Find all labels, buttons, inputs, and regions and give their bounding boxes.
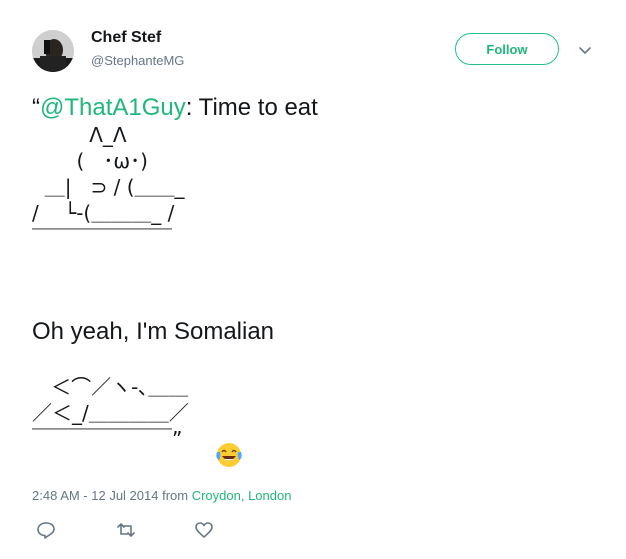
open-quote: “ [32, 94, 40, 121]
location-link[interactable]: Croydon, London [192, 488, 292, 503]
author-name[interactable]: Chef Stef [91, 29, 161, 47]
tweet-text-body: : Time to eat [185, 94, 318, 121]
tears-of-joy-emoji-icon [216, 443, 242, 467]
reply-icon[interactable] [36, 520, 56, 540]
ascii-art-cat: Λ_Λ ( ･ω･) ＿| ⊃ / (＿＿_ / └-(＿＿＿_ / ￣￣￣￣￣… [32, 123, 185, 251]
retweet-icon[interactable] [116, 520, 136, 540]
author-handle[interactable]: @StephanteMG [91, 53, 184, 68]
follow-button[interactable]: Follow [455, 33, 559, 65]
tweet-meta: 2:48 AM - 12 Jul 2014 from Croydon, Lond… [32, 488, 291, 503]
timestamp[interactable]: 2:48 AM - 12 Jul 2014 from [32, 488, 192, 503]
avatar-image [32, 30, 74, 72]
chevron-down-icon[interactable] [577, 42, 593, 58]
tweet-line-somalian: Oh yeah, I'm Somalian [32, 318, 275, 345]
mention-link[interactable]: @ThatA1Guy [40, 94, 186, 121]
avatar[interactable] [32, 30, 74, 72]
ascii-art-boat-block: ＜⌒／ヽ-､＿＿ ／＜_/＿＿＿＿／ ￣￣￣￣￣￣￣” [32, 374, 189, 452]
tweet-text: “@ThatA1Guy: Time to eat [32, 92, 318, 124]
heart-icon[interactable] [194, 520, 214, 540]
ascii-art-boat: ＜⌒／ヽ-､＿＿ ／＜_/＿＿＿＿／ ￣￣￣￣￣￣￣” [32, 375, 189, 451]
